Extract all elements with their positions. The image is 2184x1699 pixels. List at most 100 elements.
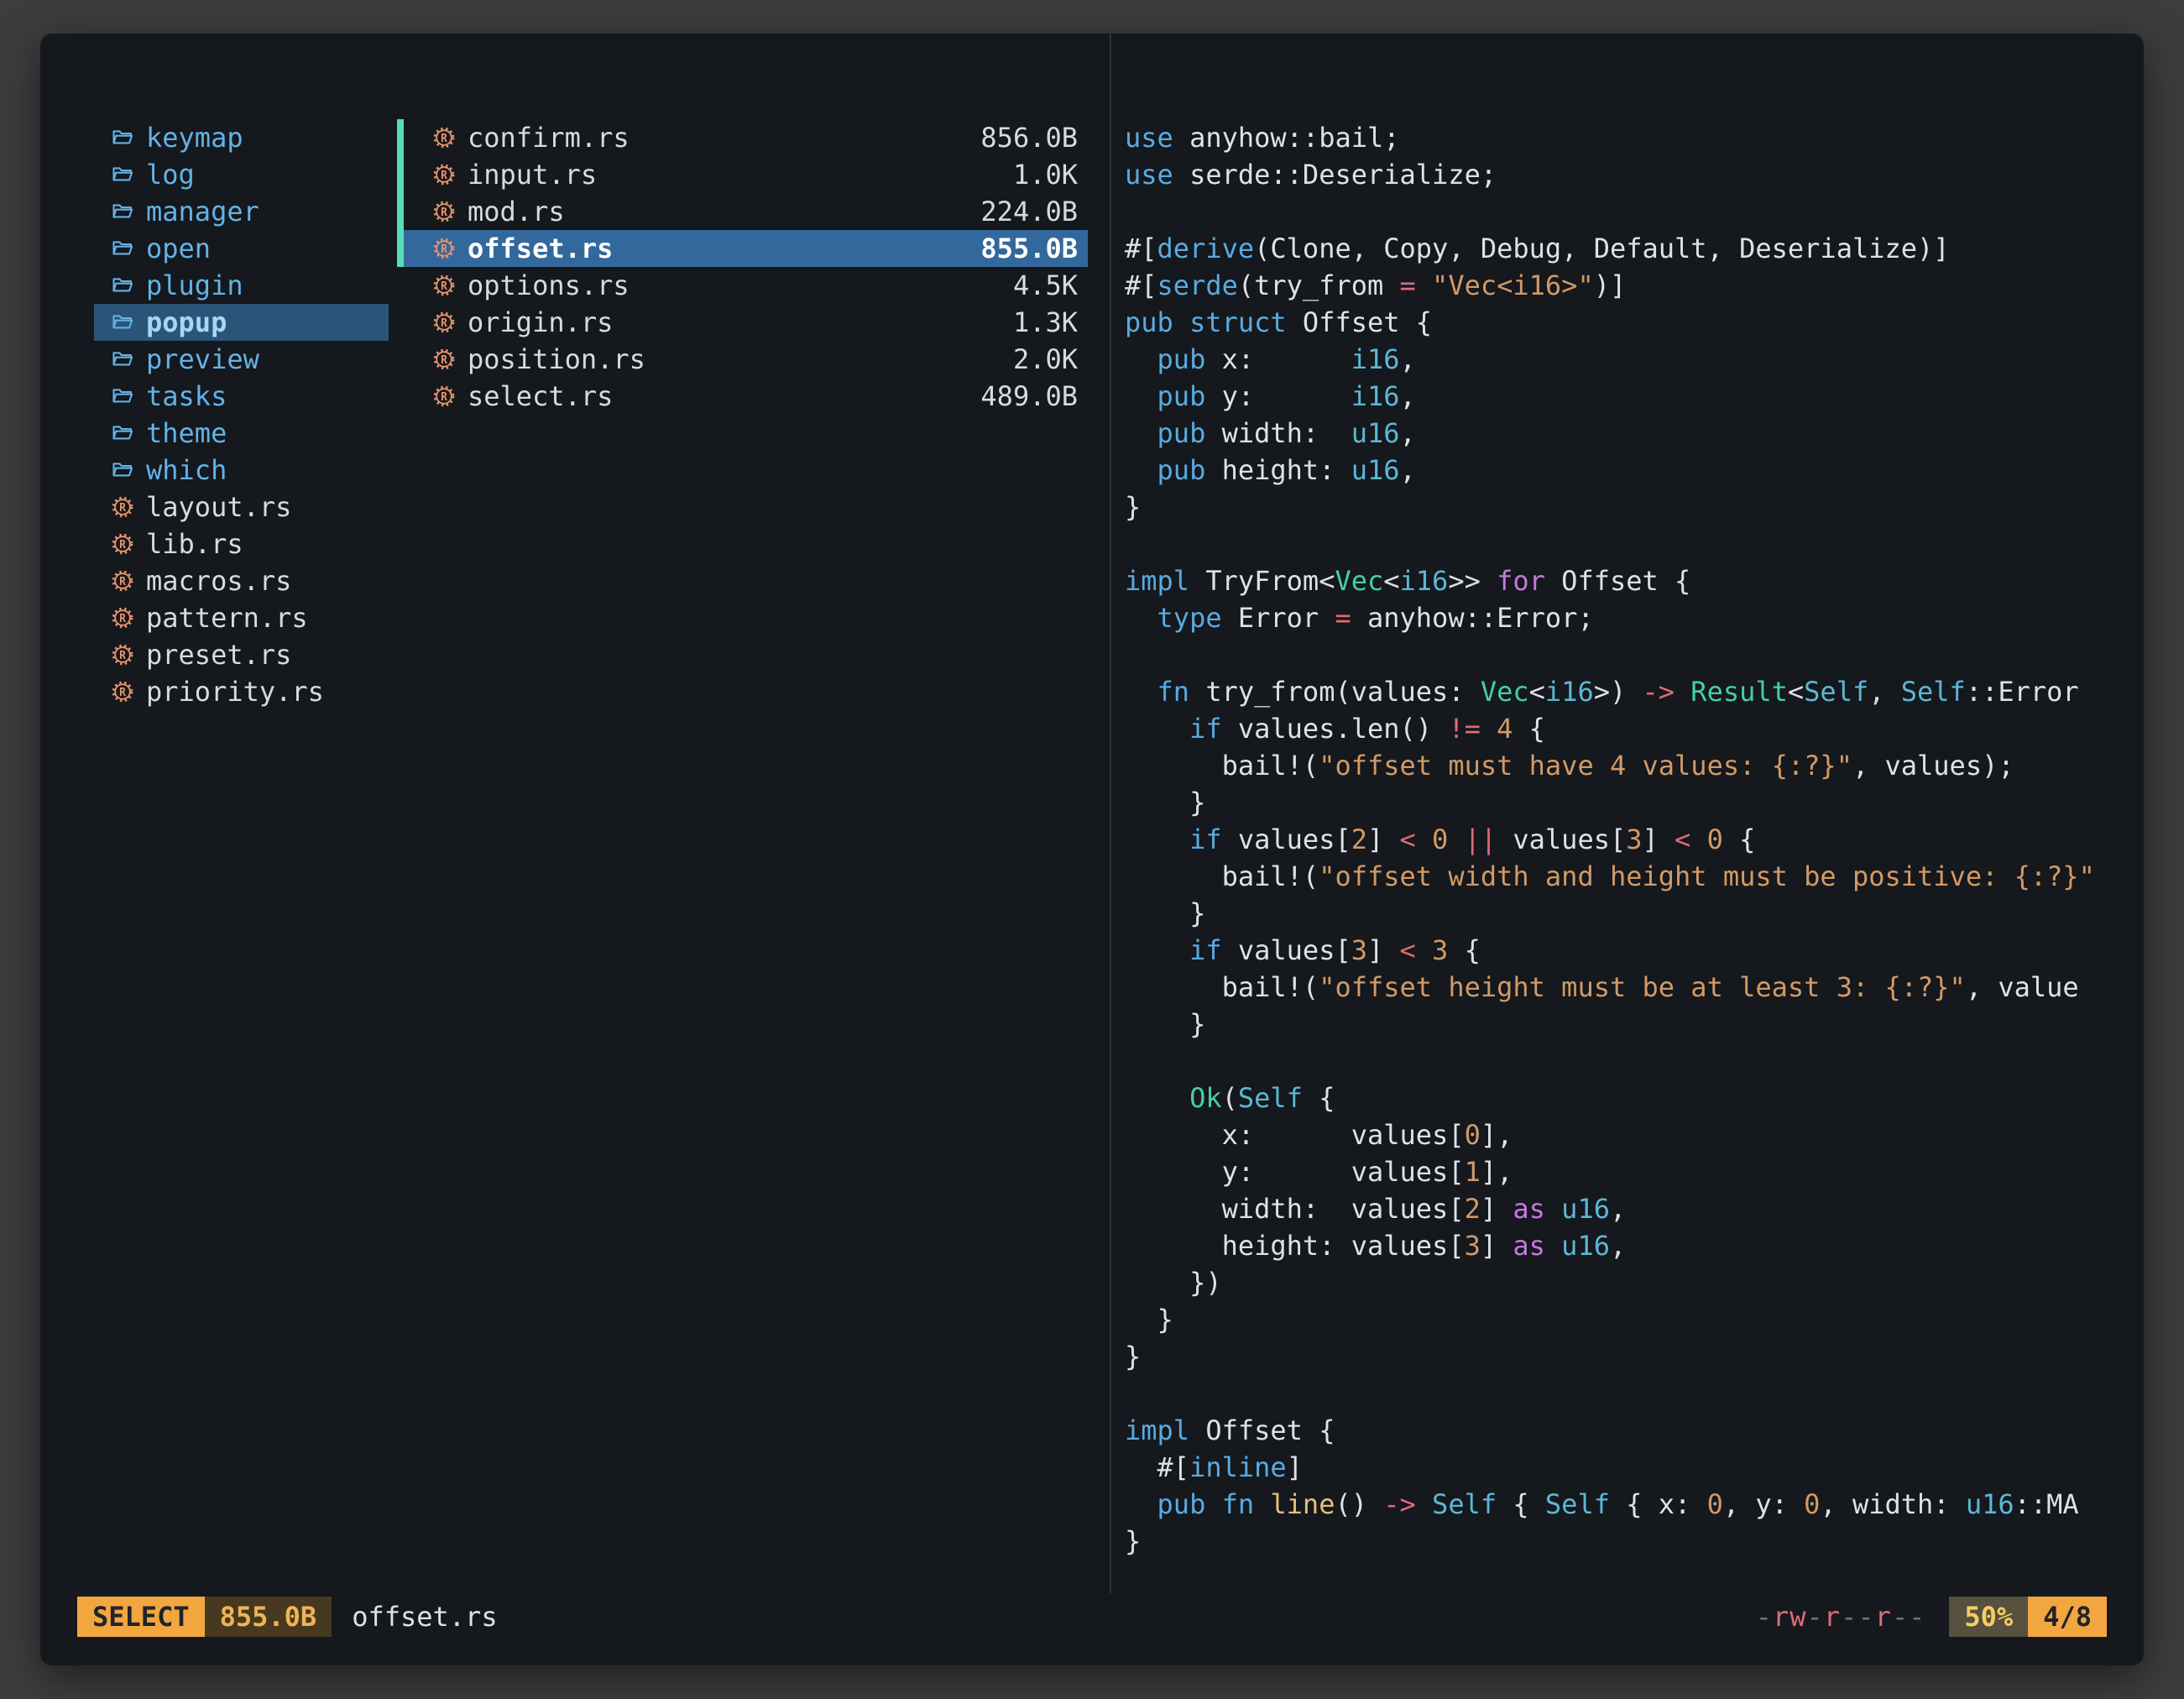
- parent-item-which[interactable]: which: [94, 452, 389, 489]
- code-token: ||: [1465, 823, 1497, 855]
- code-token: "offset must have 4 values: {:?}": [1319, 750, 1852, 782]
- svg-text:R: R: [441, 280, 447, 293]
- code-line: [1125, 1375, 2144, 1412]
- file-row-select-rs[interactable]: Rselect.rs489.0B: [404, 378, 1088, 415]
- code-token: [1416, 1488, 1432, 1520]
- code-line: if values[3] < 3 {: [1125, 932, 2144, 969]
- parent-item-preset-rs[interactable]: Rpreset.rs: [94, 636, 389, 673]
- parent-item-priority-rs[interactable]: Rpriority.rs: [94, 673, 389, 710]
- code-token: i16: [1351, 380, 1400, 412]
- terminal-window: keymaplogmanageropenpluginpopuppreviewta…: [40, 34, 2144, 1665]
- code-token: Self: [1545, 1488, 1610, 1520]
- code-token: values.len(): [1222, 713, 1449, 745]
- code-token: ]: [1481, 1193, 1513, 1225]
- parent-item-keymap[interactable]: keymap: [94, 119, 389, 156]
- file-row-mod-rs[interactable]: Rmod.rs224.0B: [404, 193, 1088, 230]
- parent-item-layout-rs[interactable]: Rlayout.rs: [94, 489, 389, 525]
- code-token: ],: [1481, 1156, 1513, 1188]
- code-token: TryFrom<: [1189, 565, 1335, 597]
- perm-char: r: [1824, 1601, 1841, 1633]
- file-row-origin-rs[interactable]: Rorigin.rs1.3K: [404, 304, 1088, 341]
- folder-open-icon: [109, 309, 136, 336]
- item-name: log: [146, 156, 195, 193]
- code-token: width: values[: [1125, 1193, 1465, 1225]
- folder-open-icon: [109, 383, 136, 410]
- folder-open-icon: [109, 124, 136, 151]
- parent-item-pattern-rs[interactable]: Rpattern.rs: [94, 599, 389, 636]
- code-line: [1125, 1043, 2144, 1080]
- code-token: Offset {: [1545, 565, 1690, 597]
- parent-item-lib-rs[interactable]: Rlib.rs: [94, 525, 389, 562]
- parent-item-macros-rs[interactable]: Rmacros.rs: [94, 562, 389, 599]
- file-row-options-rs[interactable]: Roptions.rs4.5K: [404, 267, 1088, 304]
- svg-text:R: R: [119, 502, 126, 515]
- parent-pane: keymaplogmanageropenpluginpopuppreviewta…: [40, 34, 397, 1593]
- parent-item-preview[interactable]: preview: [94, 341, 389, 378]
- code-token: 0: [1432, 823, 1448, 855]
- item-name: popup: [146, 304, 227, 341]
- folder-open-icon: [109, 457, 136, 484]
- code-token: { x:: [1610, 1488, 1707, 1520]
- code-line: fn try_from(values: Vec<i16>) -> Result<…: [1125, 673, 2144, 710]
- code-line: Ok(Self {: [1125, 1080, 2144, 1116]
- item-name: pattern.rs: [146, 599, 308, 636]
- code-token: Offset {: [1287, 306, 1432, 338]
- code-token: #[: [1125, 269, 1157, 301]
- code-token: [1125, 823, 1189, 855]
- code-token: [1125, 343, 1157, 375]
- code-token: }: [1125, 491, 1141, 523]
- code-token: serde::Deserialize;: [1173, 159, 1497, 191]
- item-name: theme: [146, 415, 227, 452]
- code-line: }: [1125, 489, 2144, 525]
- file-row-offset-rs[interactable]: Roffset.rs855.0B: [404, 230, 1088, 267]
- code-token: {: [1497, 1488, 1545, 1520]
- code-token: 1: [1465, 1156, 1481, 1188]
- code-token: pub struct: [1125, 306, 1287, 338]
- folder-open-icon: [109, 346, 136, 373]
- code-line: x: values[0],: [1125, 1116, 2144, 1153]
- code-line: height: values[3] as u16,: [1125, 1227, 2144, 1264]
- code-token: anyhow::bail;: [1173, 122, 1400, 154]
- code-token: for: [1497, 565, 1545, 597]
- svg-text:R: R: [441, 391, 447, 404]
- scroll-percent-badge: 50%: [1949, 1597, 2028, 1637]
- svg-text:R: R: [441, 354, 447, 367]
- svg-text:R: R: [119, 613, 126, 625]
- file-row-position-rs[interactable]: Rposition.rs2.0K: [404, 341, 1088, 378]
- file-row-input-rs[interactable]: Rinput.rs1.0K: [404, 156, 1088, 193]
- svg-text:R: R: [441, 133, 447, 145]
- code-token: , width:: [1820, 1488, 1965, 1520]
- code-token: pub fn: [1157, 1488, 1255, 1520]
- parent-item-open[interactable]: open: [94, 230, 389, 267]
- item-name: manager: [146, 193, 259, 230]
- code-token: (: [1222, 1082, 1238, 1114]
- code-token: bail!(: [1125, 750, 1319, 782]
- file-name: options.rs: [468, 267, 630, 304]
- item-name: preset.rs: [146, 636, 291, 673]
- parent-item-log[interactable]: log: [94, 156, 389, 193]
- parent-item-plugin[interactable]: plugin: [94, 267, 389, 304]
- parent-item-tasks[interactable]: tasks: [94, 378, 389, 415]
- code-token: ,: [1868, 676, 1901, 708]
- code-token: ->: [1383, 1488, 1416, 1520]
- parent-item-popup[interactable]: popup: [94, 304, 389, 341]
- code-token: "offset height must be at least 3: {:?}": [1319, 971, 1966, 1003]
- code-line: #[serde(try_from = "Vec<i16>")]: [1125, 267, 2144, 304]
- code-token: Ok: [1189, 1082, 1222, 1114]
- file-row-confirm-rs[interactable]: Rconfirm.rs856.0B: [404, 119, 1088, 156]
- code-token: [1545, 1230, 1561, 1262]
- parent-item-manager[interactable]: manager: [94, 193, 389, 230]
- parent-item-theme[interactable]: theme: [94, 415, 389, 452]
- code-token: !=: [1448, 713, 1481, 745]
- file-size: 224.0B: [980, 193, 1078, 230]
- code-token: [1545, 1193, 1561, 1225]
- cursor-position-badge: 4/8: [2028, 1597, 2107, 1637]
- code-line: bail!("offset width and height must be p…: [1125, 858, 2144, 895]
- svg-text:R: R: [441, 170, 447, 182]
- code-token: <: [1400, 934, 1416, 966]
- rust-file-icon: R: [431, 309, 457, 336]
- file-name: mod.rs: [468, 193, 565, 230]
- code-token: [1125, 602, 1157, 634]
- code-token: {: [1723, 823, 1756, 855]
- code-line: }: [1125, 784, 2144, 821]
